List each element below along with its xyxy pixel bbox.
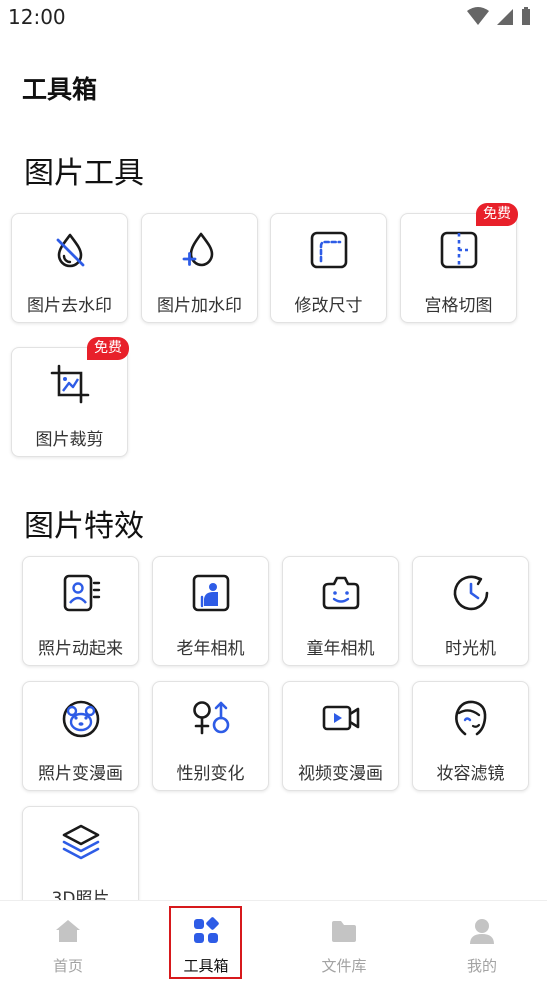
layers-3d-icon [62,824,100,860]
nav-file-library[interactable]: 文件库 [294,901,394,981]
folder-icon [332,921,356,942]
childhood-camera-icon [322,576,360,610]
tool-childhood-camera[interactable]: 童年相机 [282,556,399,666]
tool-remove-watermark[interactable]: 图片去水印 [11,213,128,323]
tool-label: 宫格切图 [424,296,493,316]
tool-label: 图片加水印 [157,296,242,316]
tool-label: 图片裁剪 [35,430,104,450]
gender-swap-icon [193,701,230,735]
resize-icon [310,231,348,269]
tool-gender-swap[interactable]: 性别变化 [152,681,269,791]
elderly-camera-icon [192,574,230,612]
tool-label: 性别变化 [176,764,245,784]
home-icon [56,920,80,942]
tool-label: 3D照片 [51,889,110,900]
animate-photo-icon [63,574,101,612]
nav-home[interactable]: 首页 [18,901,118,981]
tool-label: 照片动起来 [38,639,123,659]
tool-add-watermark[interactable]: 图片加水印 [141,213,258,323]
tool-3d-photo[interactable]: 3D照片 [22,806,139,900]
tool-label: 视频变漫画 [298,764,383,784]
makeup-filter-icon [455,700,487,736]
section-title-image-tools: 图片工具 [24,156,144,191]
nav-label: 文件库 [321,957,367,975]
tool-grid-cut[interactable]: 宫格切图 免费 [400,203,518,323]
bear-face-icon [62,700,100,738]
tool-makeup-filter[interactable]: 妆容滤镜 [412,681,529,791]
tool-label: 修改尺寸 [294,296,363,316]
add-watermark-icon [182,232,214,267]
crop-icon [50,364,90,404]
free-badge: 免费 [476,203,518,226]
tool-label: 老年相机 [176,639,245,659]
selection-highlight-box [169,906,242,979]
page-title: 工具箱 [22,75,98,104]
tool-label: 照片变漫画 [38,764,123,784]
scroll-content[interactable]: 工具箱 图片工具 图片去水印 图片加水印 修改尺寸 宫格切图 免费 图片裁剪 免… [0,0,547,900]
tool-video-to-cartoon[interactable]: 视频变漫画 [282,681,399,791]
tool-label: 时光机 [445,639,496,659]
grid-cut-icon [440,231,478,269]
remove-watermark-icon [56,233,85,268]
tool-crop[interactable]: 图片裁剪 免费 [11,337,129,457]
tool-label: 图片去水印 [27,296,112,316]
tool-photo-to-cartoon[interactable]: 照片变漫画 [22,681,139,791]
bottom-nav: 首页 工具箱 文件库 我的 [0,900,547,981]
tool-resize[interactable]: 修改尺寸 [270,213,387,323]
tool-label: 妆容滤镜 [436,764,505,784]
nav-profile[interactable]: 我的 [432,901,532,981]
video-cartoon-icon [322,705,360,731]
user-icon [470,919,494,944]
free-badge: 免费 [87,337,129,360]
tool-elderly-camera[interactable]: 老年相机 [152,556,269,666]
nav-label: 首页 [52,957,83,975]
tool-time-machine[interactable]: 时光机 [412,556,529,666]
tool-animate-photo[interactable]: 照片动起来 [22,556,139,666]
nav-label: 我的 [466,957,497,975]
tool-label: 童年相机 [306,639,375,659]
time-machine-icon [453,575,489,611]
section-title-image-effects: 图片特效 [24,509,144,544]
